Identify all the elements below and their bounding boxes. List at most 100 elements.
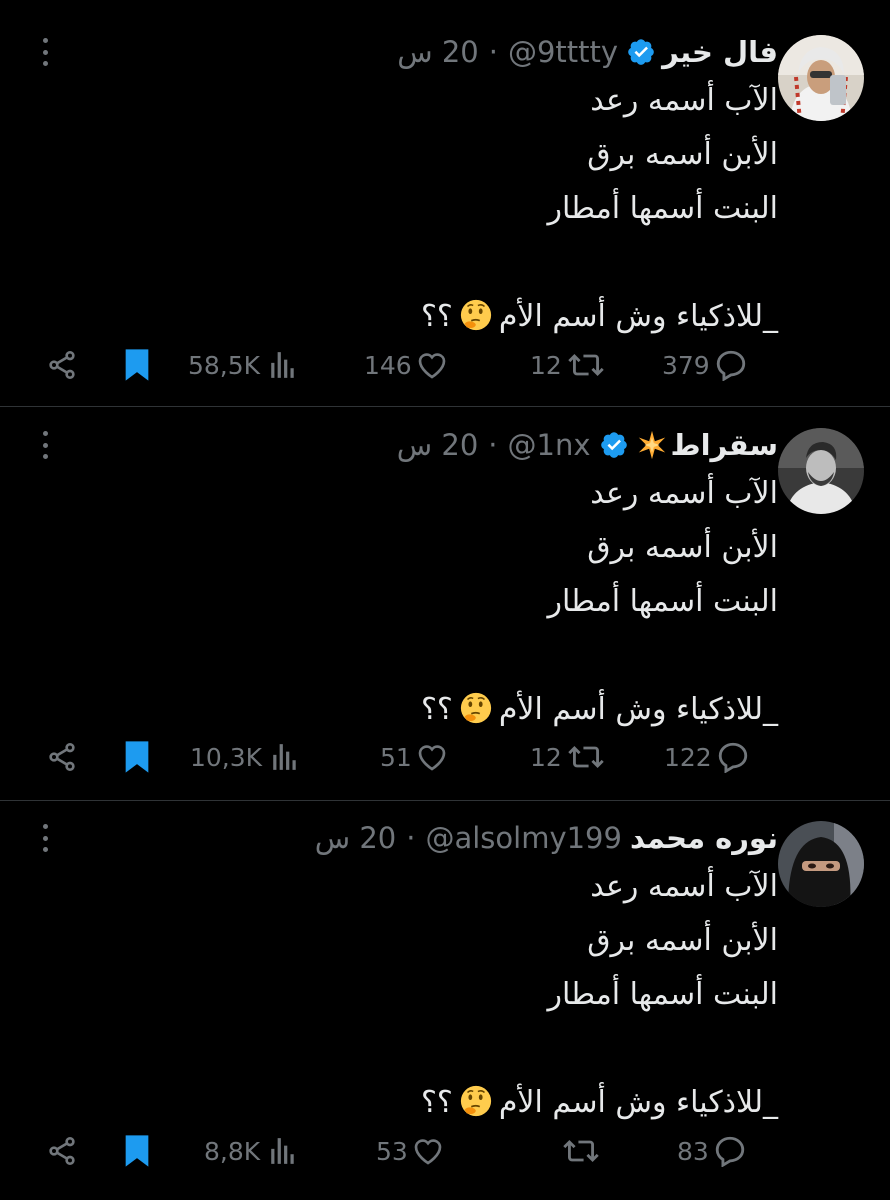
reply-button[interactable]: 379 [662, 340, 748, 390]
share-button[interactable] [46, 340, 78, 390]
heart-icon [418, 353, 446, 379]
retweet-button[interactable]: 12 [530, 340, 604, 390]
reply-count: 83 [677, 1136, 709, 1166]
tweet-header: فال خير 20 س · @9tttty [397, 32, 778, 72]
reply-button[interactable]: 83 [677, 1126, 747, 1176]
avatar[interactable] [778, 428, 864, 514]
timestamp[interactable]: 20 س [397, 428, 479, 462]
bookmark-button[interactable] [122, 1126, 152, 1176]
views-icon [271, 352, 294, 378]
like-button[interactable]: 146 [364, 340, 448, 390]
tweet-text: الآب أسمه رعد الأبن أسمه برق البنت أسمها… [421, 74, 778, 344]
timestamp[interactable]: 20 س [315, 821, 397, 855]
share-icon [49, 1137, 75, 1165]
separator-dot: · [406, 821, 416, 855]
tweet-line: الآب أسمه رعد [590, 83, 778, 118]
tweet-line: الآب أسمه رعد [590, 476, 778, 511]
tweet[interactable]: سقراط 20 س · @1nx الآب أسمه رعد الأبن أس… [0, 425, 890, 795]
tweet-line: الأبن أسمه برق [587, 530, 778, 565]
verified-badge-icon [626, 37, 656, 67]
tweet-line: الآب أسمه رعد [590, 869, 778, 904]
like-button[interactable]: 53 [376, 1126, 444, 1176]
glowing-star-emoji [635, 428, 669, 462]
bookmark-icon [125, 349, 149, 381]
verified-badge-icon [599, 430, 629, 460]
reply-button[interactable]: 122 [664, 732, 750, 782]
tweet-line-question: _للاذكياء وش أسم الأم ؟؟ [421, 290, 778, 344]
retweet-count: 12 [530, 350, 562, 380]
separator-dot: · [488, 35, 498, 69]
bookmark-button[interactable] [122, 340, 152, 390]
retweet-count: 12 [530, 742, 562, 772]
retweet-button[interactable] [563, 1126, 599, 1176]
tweet-line: الأبن أسمه برق [587, 137, 778, 172]
tweet-header: سقراط 20 س · @1nx [397, 425, 778, 465]
handle-time: 20 س · @9tttty [397, 35, 618, 69]
thinking-face-emoji [459, 689, 493, 724]
avatar[interactable] [778, 35, 864, 121]
retweet-icon [568, 353, 604, 377]
reply-icon [718, 742, 747, 773]
tweet-line: الأبن أسمه برق [587, 923, 778, 958]
display-name[interactable]: سقراط [671, 428, 779, 462]
views-count: 10,3K [190, 742, 263, 772]
tweet[interactable]: فال خير 20 س · @9tttty الآب أسمه رعد الأ… [0, 32, 890, 402]
reply-icon [716, 350, 745, 381]
tweet-line: البنت أسمها أمطار [547, 584, 778, 619]
views-button[interactable]: 8,8K [204, 1126, 296, 1176]
views-icon [271, 1138, 294, 1164]
tweet-line-question: _للاذكياء وش أسم الأم ؟؟ [421, 1076, 778, 1130]
views-icon [273, 744, 296, 770]
tweet-line [421, 629, 778, 683]
handle[interactable]: @9tttty [508, 35, 618, 69]
divider [0, 800, 890, 801]
question-marks: ؟؟ [420, 1085, 453, 1120]
heart-icon [414, 1139, 442, 1165]
handle-time: 20 س · @alsolmy199 [315, 821, 622, 855]
bookmark-button[interactable] [122, 732, 152, 782]
like-count: 53 [376, 1136, 408, 1166]
more-icon[interactable] [30, 820, 60, 856]
handle-time: 20 س · @1nx [397, 428, 591, 462]
separator-dot: · [488, 428, 498, 462]
tweet-line-text: _للاذكياء وش أسم الأم [498, 1085, 778, 1120]
reply-count: 122 [664, 742, 712, 772]
tweet[interactable]: نوره محمد 20 س · @alsolmy199 الآب أسمه ر… [0, 818, 890, 1188]
handle[interactable]: @alsolmy199 [425, 821, 622, 855]
tweet-line-text: _للاذكياء وش أسم الأم [498, 692, 778, 727]
thinking-face-emoji [459, 1082, 493, 1117]
views-button[interactable]: 10,3K [190, 732, 298, 782]
tweet-actions: 58,5K 146 12 379 [0, 340, 890, 390]
share-button[interactable] [46, 1126, 78, 1176]
bookmark-icon [125, 1135, 149, 1167]
tweet-text: الآب أسمه رعد الأبن أسمه برق البنت أسمها… [421, 860, 778, 1130]
reply-count: 379 [662, 350, 710, 380]
share-icon [49, 743, 75, 771]
question-marks: ؟؟ [420, 692, 453, 727]
avatar[interactable] [778, 821, 864, 907]
share-button[interactable] [46, 732, 78, 782]
more-icon[interactable] [30, 427, 60, 463]
tweet-line: البنت أسمها أمطار [547, 191, 778, 226]
display-name[interactable]: فال خير [662, 35, 778, 69]
retweet-icon [568, 745, 604, 769]
handle[interactable]: @1nx [508, 428, 591, 462]
tweet-line-question: _للاذكياء وش أسم الأم ؟؟ [421, 683, 778, 737]
tweet-actions: 8,8K 53 83 [0, 1126, 890, 1176]
retweet-button[interactable]: 12 [530, 732, 604, 782]
tweet-header: نوره محمد 20 س · @alsolmy199 [315, 818, 778, 858]
more-icon[interactable] [30, 34, 60, 70]
retweet-icon [563, 1139, 599, 1163]
timestamp[interactable]: 20 س [397, 35, 479, 69]
views-count: 8,8K [204, 1136, 261, 1166]
like-button[interactable]: 51 [380, 732, 448, 782]
tweet-line: البنت أسمها أمطار [547, 977, 778, 1012]
display-name[interactable]: نوره محمد [630, 821, 778, 855]
reply-icon [715, 1136, 744, 1167]
tweet-line-text: _للاذكياء وش أسم الأم [498, 299, 778, 334]
thinking-face-emoji [459, 296, 493, 331]
like-count: 146 [364, 350, 412, 380]
views-button[interactable]: 58,5K [188, 340, 296, 390]
like-count: 51 [380, 742, 412, 772]
share-icon [49, 351, 75, 379]
